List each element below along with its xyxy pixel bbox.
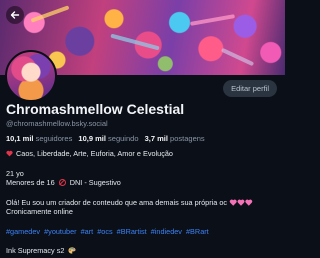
hashtag-link[interactable]: #BRart <box>186 227 209 236</box>
profile-info: Chromashmellow Celestial @chromashmellow… <box>6 100 280 256</box>
profile-stats: 10,1 mil seguidores 10,9 mil seguindo 3,… <box>6 134 280 144</box>
followers-label[interactable]: seguidores <box>36 134 73 143</box>
bio-age: 21 yo <box>6 168 24 178</box>
following-label[interactable]: seguindo <box>108 134 138 143</box>
hashtag-link[interactable]: #ocs <box>97 227 112 236</box>
arrow-left-icon <box>10 11 20 19</box>
posts-label: postagens <box>170 134 205 143</box>
bio-closing-row: Ink Supremacy s2 <box>6 246 280 256</box>
palette-icon <box>68 247 76 254</box>
hashtag-link[interactable]: #indiedev <box>151 227 182 236</box>
bio-intro-line1: Olá! Eu sou um criador de conteudo que a… <box>6 197 228 207</box>
followers-count[interactable]: 10,1 mil <box>6 134 34 143</box>
handle: @chromashmellow.bsky.social <box>6 119 108 128</box>
edit-profile-button[interactable]: Editar perfil <box>223 80 277 97</box>
no-entry-icon <box>58 179 66 186</box>
back-button[interactable] <box>6 6 24 24</box>
bio-intro-line2: Cronicamente online <box>6 207 73 216</box>
hashtag-link[interactable]: #gamedev <box>6 227 40 236</box>
bio-tagline-row: Caos, Liberdade, Arte, Euforia, Amor e E… <box>6 149 280 159</box>
bio-closing: Ink Supremacy s2 <box>6 246 65 255</box>
hashtag-link[interactable]: #youtuber <box>44 227 76 236</box>
display-name: Chromashmellow Celestial <box>6 101 185 117</box>
bio-minors-prefix: Menores de 16 <box>6 178 55 187</box>
bio-minors-row: Menores de 16 DNI - Sugestivo <box>6 178 280 188</box>
posts-count: 3,7 mil <box>144 134 168 143</box>
hashtag-link[interactable]: #BRartist <box>117 227 147 236</box>
profile-page: Editar perfil Chromashmellow Celestial @… <box>0 0 285 258</box>
hashtag-link[interactable]: #art <box>81 227 94 236</box>
avatar[interactable] <box>5 50 57 102</box>
following-count[interactable]: 10,9 mil <box>78 134 106 143</box>
heart-icon <box>6 150 13 157</box>
bio-tagline: Caos, Liberdade, Arte, Euforia, Amor e E… <box>16 149 173 158</box>
bio-minors-suffix: DNI - Sugestivo <box>69 178 121 187</box>
bio-hashtags: #gamedev #youtuber #art #ocs #BRartist #… <box>6 227 280 237</box>
bio-intro-row: Olá! Eu sou um criador de conteudo que a… <box>6 198 280 208</box>
pink-hearts-icon <box>229 199 253 206</box>
